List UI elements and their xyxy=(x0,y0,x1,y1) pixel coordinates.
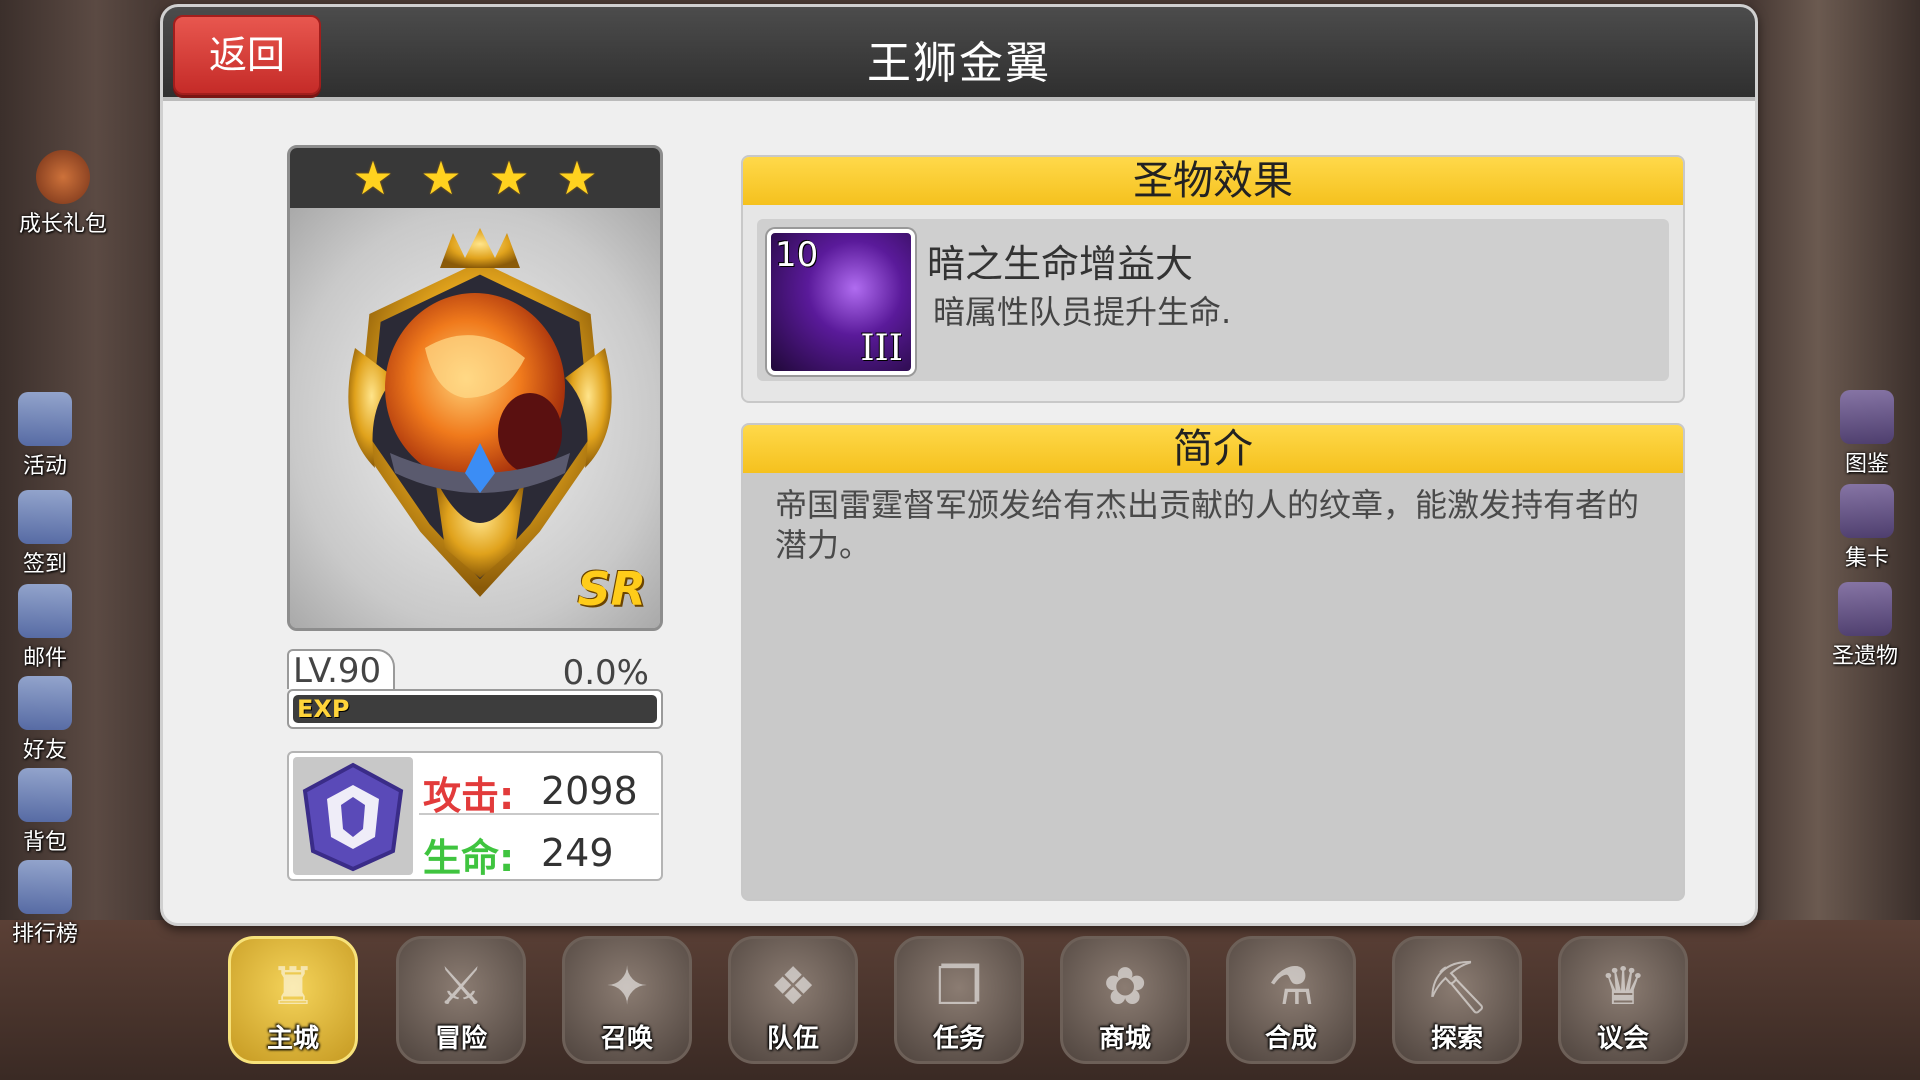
section-header: 简介 xyxy=(743,425,1683,473)
ranking-icon xyxy=(18,860,72,914)
hp-label: 生命: xyxy=(423,836,515,880)
star-icon: ★ xyxy=(352,151,394,205)
side-item-ranking[interactable]: 排行榜 xyxy=(0,860,90,948)
nav-craft[interactable]: ⚗ 合成 xyxy=(1226,936,1356,1064)
stats-box: 攻击: 2098 生命: 249 xyxy=(287,751,663,881)
side-item-label: 背包 xyxy=(22,830,67,855)
craft-icon: ⚗ xyxy=(1267,957,1315,1017)
relic-icon xyxy=(1838,582,1892,636)
star-icon: ★ xyxy=(420,151,462,205)
side-item-label: 集卡 xyxy=(1844,546,1889,571)
council-icon: ♛ xyxy=(1599,957,1647,1017)
attack-label: 攻击: xyxy=(423,774,515,818)
bottom-nav: ♜ 主城 ⚔ 冒险 ✦ 召唤 ❖ 队伍 ❐ 任务 ✿ 商城 ⚗ 合成 ⛏ 探索 … xyxy=(228,936,1698,1066)
level-exp-box: LV.90 0.0% EXP xyxy=(287,649,663,729)
effect-name: 暗之生命增益大 xyxy=(927,242,1194,286)
side-item-label: 排行榜 xyxy=(11,922,78,947)
exp-percent: 0.0% xyxy=(562,653,649,693)
nav-main-city[interactable]: ♜ 主城 xyxy=(228,936,358,1064)
exp-label: EXP xyxy=(297,695,350,723)
castle-icon: ♜ xyxy=(269,957,317,1017)
nav-adventure[interactable]: ⚔ 冒险 xyxy=(396,936,526,1064)
summon-icon: ✦ xyxy=(605,957,649,1017)
side-item-card-collection[interactable]: 集卡 xyxy=(1822,484,1912,572)
lion-emblem-icon xyxy=(348,228,612,597)
side-item-label: 邮件 xyxy=(22,646,67,671)
skill-rank: III xyxy=(860,328,903,369)
side-item-label: 圣遗物 xyxy=(1831,644,1898,669)
nav-quest[interactable]: ❐ 任务 xyxy=(894,936,1024,1064)
intro-section: 简介 帝国雷霆督军颁发给有杰出贡献的人的纹章，能激发持有者的潜力。 xyxy=(741,423,1685,901)
book-icon xyxy=(1840,390,1894,444)
effect-description: 暗属性队员提升生命. xyxy=(933,293,1232,331)
section-header: 圣物效果 xyxy=(743,157,1683,205)
hp-value: 249 xyxy=(541,831,614,875)
side-item-label: 成长礼包 xyxy=(18,212,107,237)
dark-skill-icon[interactable]: 10 III xyxy=(767,229,915,375)
mail-icon xyxy=(18,584,72,638)
friend-icon xyxy=(18,676,72,730)
explore-icon: ⛏ xyxy=(1423,958,1490,1018)
skill-level: 10 xyxy=(775,235,819,275)
side-item-label: 图鉴 xyxy=(1844,452,1889,477)
side-item-label: 好友 xyxy=(22,738,67,763)
nav-council[interactable]: ♛ 议会 xyxy=(1558,936,1688,1064)
side-item-bag[interactable]: 背包 xyxy=(0,768,90,856)
side-item-label: 签到 xyxy=(22,552,67,577)
nav-team[interactable]: ❖ 队伍 xyxy=(728,936,858,1064)
star-icon: ★ xyxy=(556,151,598,205)
level-label: LV.90 xyxy=(287,649,395,691)
side-item-label: 活动 xyxy=(22,454,67,479)
side-item-mail[interactable]: 邮件 xyxy=(0,584,90,672)
intro-text: 帝国雷霆督军颁发给有杰出贡献的人的纹章，能激发持有者的潜力。 xyxy=(775,486,1640,564)
attack-value: 2098 xyxy=(541,769,638,813)
star-icon: ★ xyxy=(488,151,530,205)
relic-effect-section: 圣物效果 10 III 暗之生命增益大 暗属性队员提升生命. xyxy=(741,155,1685,403)
side-item-codex[interactable]: 图鉴 xyxy=(1822,390,1912,478)
relic-card: ★ ★ ★ ★ SR xyxy=(287,145,663,631)
nav-explore[interactable]: ⛏ 探索 xyxy=(1392,936,1522,1064)
nav-summon[interactable]: ✦ 召唤 xyxy=(562,936,692,1064)
star-rating: ★ ★ ★ ★ xyxy=(290,148,660,208)
hp-stat: 生命: 249 xyxy=(419,817,659,880)
shop-icon: ✿ xyxy=(1103,957,1147,1017)
relic-art: SR xyxy=(290,208,660,628)
card-icon xyxy=(1840,484,1894,538)
gift-icon xyxy=(36,150,90,204)
exp-bar: EXP xyxy=(287,689,663,729)
stat-type-icon xyxy=(293,757,413,875)
shield-wings-icon xyxy=(302,762,404,872)
adventure-icon: ⚔ xyxy=(437,957,485,1017)
team-icon: ❖ xyxy=(769,957,817,1017)
nav-shop[interactable]: ✿ 商城 xyxy=(1060,936,1190,1064)
checkin-icon xyxy=(18,490,72,544)
effect-row: 10 III 暗之生命增益大 暗属性队员提升生命. xyxy=(757,219,1669,381)
side-item-growth-pack[interactable]: 成长礼包 xyxy=(18,150,108,238)
side-item-friends[interactable]: 好友 xyxy=(0,676,90,764)
attack-stat: 攻击: 2098 xyxy=(419,755,659,818)
relic-detail-panel: 返回 王狮金翼 ★ ★ ★ ★ SR LV.90 0.0% EXP 攻击: 20… xyxy=(160,4,1758,926)
side-item-checkin[interactable]: 签到 xyxy=(0,490,90,578)
side-item-events[interactable]: 活动 xyxy=(0,392,90,480)
panel-header: 返回 王狮金翼 xyxy=(163,7,1755,101)
page-title: 王狮金翼 xyxy=(867,38,1051,89)
megaphone-icon xyxy=(18,392,72,446)
side-item-relics[interactable]: 圣遗物 xyxy=(1820,582,1910,670)
quest-icon: ❐ xyxy=(935,957,983,1017)
rarity-badge: SR xyxy=(577,562,646,616)
bag-icon xyxy=(18,768,72,822)
